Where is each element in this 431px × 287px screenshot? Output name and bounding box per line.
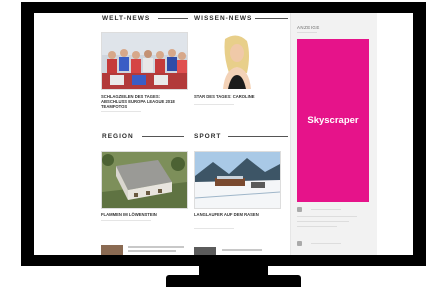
sidebar-text-line <box>311 209 341 210</box>
article-thumbnail-portrait[interactable] <box>194 32 281 90</box>
skyscraper-ad[interactable]: Skyscraper <box>297 39 369 202</box>
article-thumbnail-partial[interactable] <box>194 247 216 255</box>
article-thumbnail-house[interactable] <box>101 151 188 209</box>
article-meta-line <box>194 104 234 105</box>
article-meta-line <box>101 111 141 112</box>
sidebar-item[interactable] <box>297 241 304 246</box>
article-thumbnail-partial[interactable] <box>101 245 123 255</box>
section-heading-wissen[interactable]: WISSEN-NEWS <box>194 15 252 22</box>
sidebar-text-line <box>297 226 337 227</box>
section-rule <box>228 136 288 137</box>
bullet-icon <box>297 207 302 212</box>
section-heading-sport[interactable]: SPORT <box>194 133 221 140</box>
ad-label: ANZEIGE <box>297 25 320 30</box>
section-rule <box>158 18 188 19</box>
article-caption[interactable]: FLAMMEN IM LÖWENSTEIN <box>101 212 187 217</box>
article-meta-line <box>194 228 234 229</box>
section-rule <box>255 18 288 19</box>
ad-sub-line <box>297 32 317 33</box>
article-caption[interactable]: LANGLAUFER AUF DEM RASEN <box>194 212 280 217</box>
monitor-screen: WELT-NEWS WISSEN-NEWS SCHLAGZEILEN DES T… <box>34 13 413 255</box>
monitor-frame: WELT-NEWS WISSEN-NEWS SCHLAGZEILEN DES T… <box>21 2 426 266</box>
sidebar-text-line <box>297 216 357 217</box>
sidebar: ANZEIGE Skyscraper <box>290 13 377 255</box>
section-rule <box>142 136 184 137</box>
article-text-line <box>128 246 184 248</box>
article-thumbnail-team[interactable] <box>101 32 188 90</box>
article-text-line <box>128 250 176 252</box>
section-heading-welt[interactable]: WELT-NEWS <box>102 15 150 22</box>
section-heading-region[interactable]: REGION <box>102 133 134 140</box>
article-thumbnail-winter[interactable] <box>194 151 281 209</box>
article-caption[interactable]: SCHLAGZEILEN DES TAGES: ABSCHLUSS EUROPA… <box>101 94 187 109</box>
bullet-icon <box>297 241 302 246</box>
skyscraper-ad-text: Skyscraper <box>307 115 359 126</box>
article-caption[interactable]: STAR DES TAGES: CAROLINE <box>194 94 280 99</box>
monitor-stand-base <box>166 275 301 287</box>
sidebar-item[interactable] <box>297 207 304 212</box>
sidebar-text-line <box>297 221 349 222</box>
article-text-line <box>222 249 262 251</box>
sidebar-text-line <box>311 243 341 244</box>
news-content: WELT-NEWS WISSEN-NEWS SCHLAGZEILEN DES T… <box>100 13 290 255</box>
article-meta-line <box>101 220 151 221</box>
